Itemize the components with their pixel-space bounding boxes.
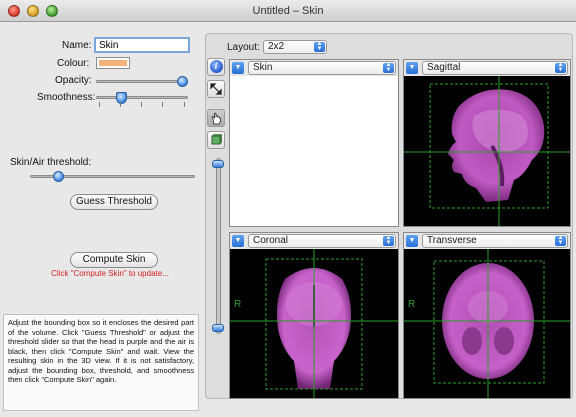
select-arrows-icon: ▲ ▼ bbox=[383, 62, 394, 73]
view-3d-skin[interactable]: ▼ Skin ▲ ▼ bbox=[229, 59, 399, 227]
opacity-slider-track[interactable] bbox=[96, 80, 188, 83]
slice-slider-track[interactable] bbox=[216, 158, 221, 334]
view-select[interactable]: Coronal ▲ ▼ bbox=[248, 234, 396, 248]
view-header: ▼ Coronal ▲ ▼ bbox=[230, 233, 398, 249]
layout-select-value: 2x2 bbox=[268, 41, 285, 52]
smoothness-label: Smoothness: bbox=[37, 92, 96, 103]
select-arrows-icon: ▲ ▼ bbox=[314, 41, 325, 52]
view-menu-button[interactable]: ▼ bbox=[232, 62, 244, 74]
slice-slider-bottom-knob[interactable] bbox=[212, 324, 224, 332]
view-coronal[interactable]: ▼ Coronal ▲ ▼ R bbox=[229, 232, 399, 399]
transverse-slice-image bbox=[404, 249, 570, 398]
threshold-slider-knob[interactable] bbox=[53, 171, 65, 182]
info-icon: i bbox=[209, 60, 223, 73]
view-select-value: Sagittal bbox=[427, 62, 461, 73]
expand-arrows-icon bbox=[210, 83, 222, 95]
layout-label: Layout: bbox=[227, 42, 260, 53]
select-arrows-icon: ▲ ▼ bbox=[383, 235, 394, 246]
title-bar: Untitled – Skin bbox=[0, 0, 576, 22]
colour-label: Colour: bbox=[57, 58, 90, 69]
select-arrows-icon: ▲ ▼ bbox=[555, 235, 566, 246]
window-title: Untitled – Skin bbox=[252, 5, 324, 17]
tick-mark bbox=[120, 102, 121, 107]
side-marker-label: R bbox=[234, 299, 242, 310]
compute-hint: Click "Compute Skin" to update... bbox=[51, 269, 169, 278]
sagittal-slice-image bbox=[404, 76, 570, 226]
expand-button[interactable] bbox=[207, 80, 225, 98]
view-header: ▼ Transverse ▲ ▼ bbox=[404, 233, 570, 249]
name-field[interactable] bbox=[94, 37, 190, 53]
tick-mark bbox=[184, 102, 185, 107]
view-select[interactable]: Transverse ▲ ▼ bbox=[422, 234, 568, 248]
smoothness-slider-track[interactable] bbox=[96, 96, 188, 99]
view-transverse[interactable]: ▼ Transverse ▲ ▼ R bbox=[403, 232, 571, 399]
hand-pointer-icon bbox=[210, 112, 221, 125]
tick-mark bbox=[141, 102, 142, 107]
navigate-tool-button[interactable] bbox=[207, 109, 225, 127]
coronal-image[interactable]: R bbox=[230, 249, 398, 398]
app-window: Untitled – Skin Name: Colour: Opacity: S… bbox=[0, 0, 576, 417]
view-menu-button[interactable]: ▼ bbox=[406, 62, 418, 74]
view-select-value: Coronal bbox=[253, 235, 289, 246]
skin-settings-panel: Name: Colour: Opacity: Smoothness: Skin/… bbox=[0, 22, 200, 417]
select-arrows-icon: ▲ ▼ bbox=[555, 62, 566, 73]
view-select[interactable]: Skin ▲ ▼ bbox=[248, 61, 396, 75]
opacity-label: Opacity: bbox=[55, 75, 92, 86]
info-button[interactable]: i bbox=[207, 58, 225, 76]
coronal-slice-image bbox=[230, 249, 398, 398]
sagittal-image[interactable] bbox=[404, 76, 570, 226]
name-label: Name: bbox=[62, 40, 92, 51]
guess-threshold-button[interactable]: Guess Threshold bbox=[70, 194, 158, 210]
cube-view-button[interactable] bbox=[207, 131, 225, 149]
compute-skin-button[interactable]: Compute Skin bbox=[70, 252, 158, 268]
transverse-image[interactable]: R bbox=[404, 249, 570, 398]
view-select[interactable]: Sagittal ▲ ▼ bbox=[422, 61, 568, 75]
tick-mark bbox=[99, 102, 100, 107]
cube-icon bbox=[211, 133, 223, 145]
side-marker-label: R bbox=[408, 299, 416, 310]
view-sagittal[interactable]: ▼ Sagittal ▲ ▼ bbox=[403, 59, 571, 227]
slice-slider-top-knob[interactable] bbox=[212, 160, 224, 168]
opacity-slider-knob[interactable] bbox=[177, 76, 188, 87]
layout-select[interactable]: 2x2 ▲ ▼ bbox=[263, 40, 327, 54]
smoothness-ticks bbox=[99, 102, 185, 108]
view-select-value: Transverse bbox=[427, 235, 477, 246]
help-text: Adjust the bounding box so it encloses t… bbox=[3, 314, 199, 411]
view-header: ▼ Sagittal ▲ ▼ bbox=[404, 60, 570, 76]
threshold-label: Skin/Air threshold: bbox=[10, 157, 92, 168]
colour-swatch[interactable] bbox=[96, 57, 130, 69]
view-menu-button[interactable]: ▼ bbox=[406, 235, 418, 247]
view-select-value: Skin bbox=[253, 62, 273, 73]
view-menu-button[interactable]: ▼ bbox=[232, 235, 244, 247]
view-header: ▼ Skin ▲ ▼ bbox=[230, 60, 398, 76]
tick-mark bbox=[162, 102, 163, 107]
